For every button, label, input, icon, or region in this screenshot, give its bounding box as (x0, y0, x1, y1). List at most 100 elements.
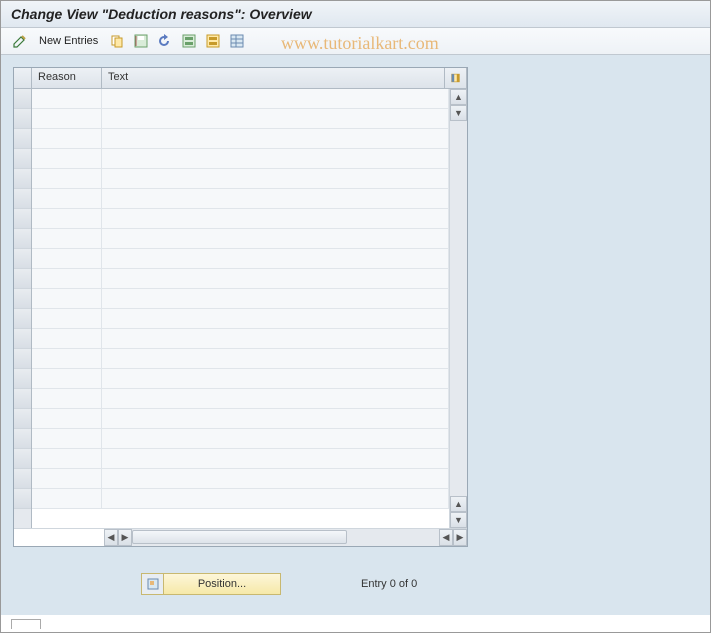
cell-reason[interactable] (32, 89, 102, 108)
cell-text[interactable] (102, 369, 449, 388)
row-selector[interactable] (14, 109, 31, 129)
cell-reason[interactable] (32, 109, 102, 128)
cell-text[interactable] (102, 309, 449, 328)
position-button[interactable]: Position... (141, 573, 281, 595)
new-entries-button[interactable]: New Entries (35, 35, 102, 47)
column-header-reason[interactable]: Reason (32, 68, 102, 88)
cell-text[interactable] (102, 289, 449, 308)
table-row[interactable] (32, 429, 449, 449)
cell-text[interactable] (102, 249, 449, 268)
cell-text[interactable] (102, 89, 449, 108)
table-row[interactable] (32, 269, 449, 289)
cell-reason[interactable] (32, 369, 102, 388)
table-row[interactable] (32, 329, 449, 349)
cell-text[interactable] (102, 409, 449, 428)
row-selector[interactable] (14, 249, 31, 269)
cell-text[interactable] (102, 329, 449, 348)
table-row[interactable] (32, 409, 449, 429)
table-row[interactable] (32, 229, 449, 249)
cell-reason[interactable] (32, 309, 102, 328)
cell-reason[interactable] (32, 469, 102, 488)
row-selector[interactable] (14, 89, 31, 109)
row-selector[interactable] (14, 449, 31, 469)
row-selector[interactable] (14, 489, 31, 509)
edit-icon[interactable] (11, 32, 29, 50)
row-selector[interactable] (14, 409, 31, 429)
cell-text[interactable] (102, 349, 449, 368)
table-row[interactable] (32, 349, 449, 369)
cell-text[interactable] (102, 189, 449, 208)
row-selector[interactable] (14, 229, 31, 249)
table-row[interactable] (32, 89, 449, 109)
table-row[interactable] (32, 249, 449, 269)
scroll-down-icon[interactable]: ▼ (450, 512, 467, 528)
table-row[interactable] (32, 489, 449, 509)
row-selector[interactable] (14, 189, 31, 209)
row-selector[interactable] (14, 389, 31, 409)
cell-reason[interactable] (32, 269, 102, 288)
scroll-down-step-icon[interactable]: ▼ (450, 105, 467, 121)
table-row[interactable] (32, 389, 449, 409)
configure-columns-icon[interactable] (445, 68, 467, 88)
row-selector[interactable] (14, 369, 31, 389)
cell-reason[interactable] (32, 489, 102, 508)
cell-text[interactable] (102, 109, 449, 128)
table-row[interactable] (32, 449, 449, 469)
copy-icon[interactable] (108, 32, 126, 50)
row-selector[interactable] (14, 269, 31, 289)
table-row[interactable] (32, 189, 449, 209)
column-header-text[interactable]: Text (102, 68, 445, 88)
row-selector[interactable] (14, 309, 31, 329)
row-selector[interactable] (14, 209, 31, 229)
table-row[interactable] (32, 469, 449, 489)
cell-reason[interactable] (32, 249, 102, 268)
row-selector[interactable] (14, 149, 31, 169)
scroll-right-icon[interactable]: ▶ (453, 529, 467, 546)
scroll-left-icon[interactable]: ◀ (104, 529, 118, 546)
cell-text[interactable] (102, 449, 449, 468)
table-row[interactable] (32, 109, 449, 129)
row-selector[interactable] (14, 289, 31, 309)
cell-reason[interactable] (32, 189, 102, 208)
row-selector[interactable] (14, 169, 31, 189)
row-selector[interactable] (14, 429, 31, 449)
cell-text[interactable] (102, 129, 449, 148)
row-selector[interactable] (14, 329, 31, 349)
save-icon[interactable] (132, 32, 150, 50)
cell-text[interactable] (102, 469, 449, 488)
cell-reason[interactable] (32, 289, 102, 308)
cell-text[interactable] (102, 489, 449, 508)
cell-text[interactable] (102, 269, 449, 288)
table-row[interactable] (32, 169, 449, 189)
row-selector[interactable] (14, 129, 31, 149)
cell-reason[interactable] (32, 229, 102, 248)
horizontal-scrollbar[interactable]: ◀ ▶ ◀ ▶ (14, 528, 467, 546)
cell-reason[interactable] (32, 169, 102, 188)
cell-reason[interactable] (32, 329, 102, 348)
cell-text[interactable] (102, 209, 449, 228)
table-settings-icon[interactable] (228, 32, 246, 50)
row-selector[interactable] (14, 469, 31, 489)
scroll-up-step-icon[interactable]: ▲ (450, 496, 467, 512)
cell-reason[interactable] (32, 429, 102, 448)
table-row[interactable] (32, 289, 449, 309)
scroll-up-icon[interactable]: ▲ (450, 89, 467, 105)
table-row[interactable] (32, 309, 449, 329)
select-all-icon[interactable] (180, 32, 198, 50)
cell-reason[interactable] (32, 349, 102, 368)
vertical-scrollbar[interactable]: ▲ ▼ ▲ ▼ (449, 89, 467, 528)
deselect-all-icon[interactable] (204, 32, 222, 50)
cell-reason[interactable] (32, 209, 102, 228)
cell-text[interactable] (102, 429, 449, 448)
table-row[interactable] (32, 209, 449, 229)
scroll-right-step-icon[interactable]: ◀ (439, 529, 453, 546)
cell-reason[interactable] (32, 409, 102, 428)
cell-text[interactable] (102, 229, 449, 248)
horizontal-thumb[interactable] (132, 530, 347, 544)
undo-icon[interactable] (156, 32, 174, 50)
table-row[interactable] (32, 369, 449, 389)
cell-reason[interactable] (32, 129, 102, 148)
cell-text[interactable] (102, 389, 449, 408)
cell-text[interactable] (102, 169, 449, 188)
table-row[interactable] (32, 129, 449, 149)
